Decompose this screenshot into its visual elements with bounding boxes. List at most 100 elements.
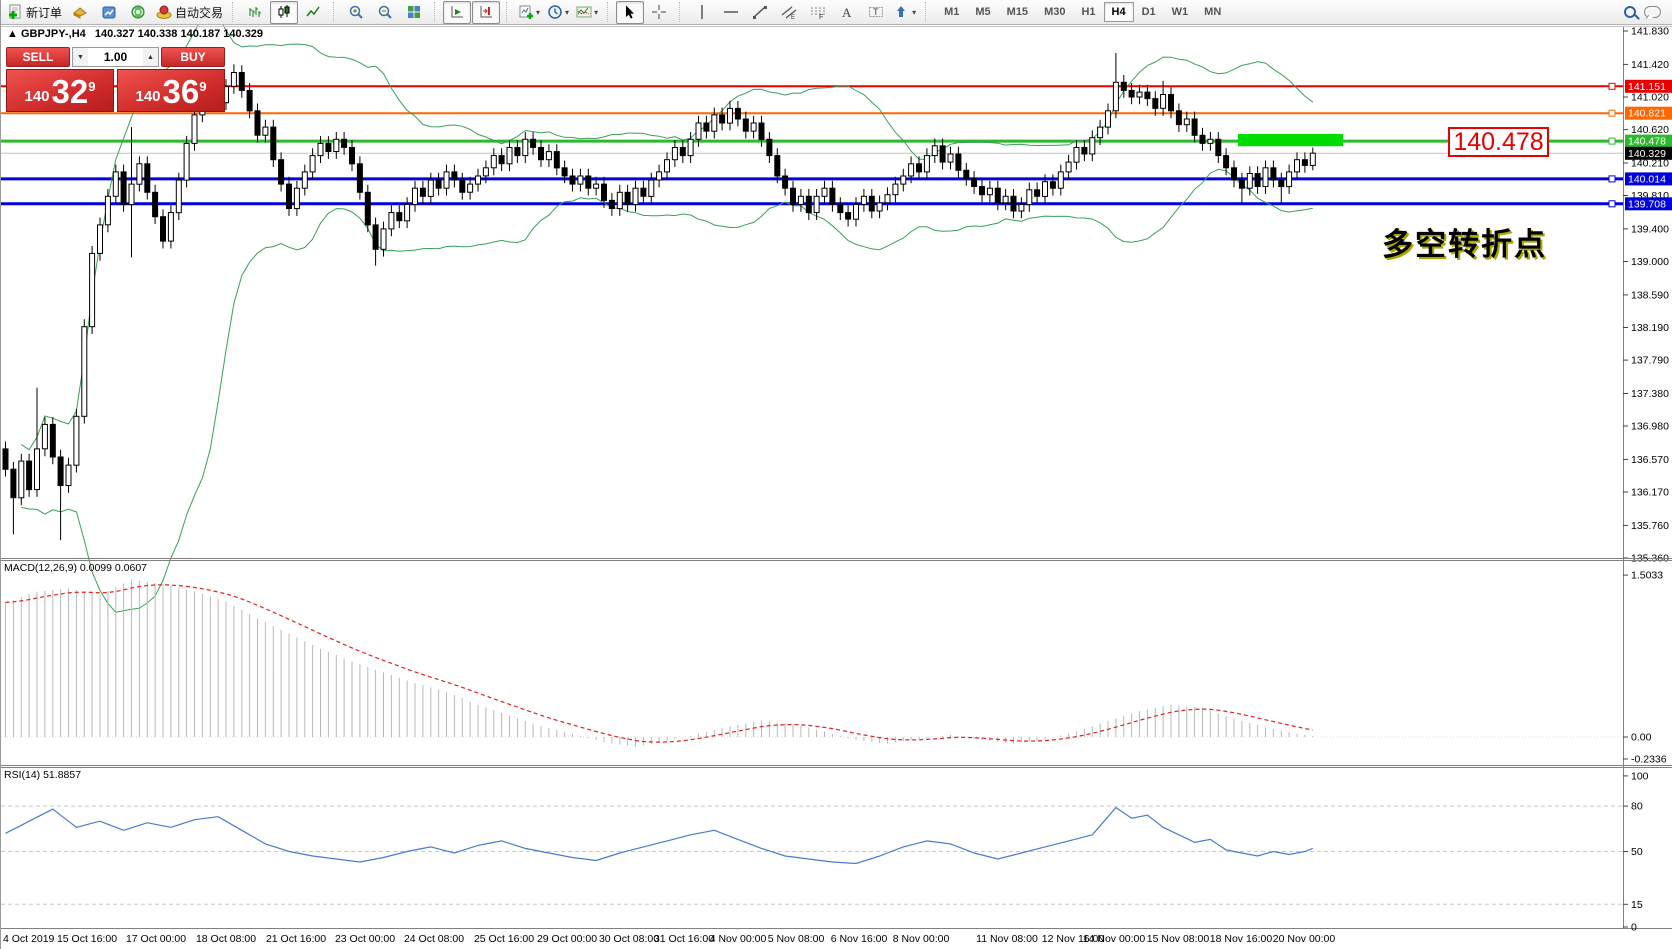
ask-quote[interactable]: 140 36 9 [117, 69, 225, 112]
vertical-line-tool-button[interactable] [688, 1, 716, 24]
svg-text:24 Oct 08:00: 24 Oct 08:00 [404, 933, 464, 945]
tile-windows-button[interactable] [400, 1, 428, 24]
cursor-button[interactable] [616, 1, 644, 24]
chart-annotation-text[interactable]: 多空转折点 [1382, 219, 1547, 264]
timeframe-tab-h4[interactable]: H4 [1104, 2, 1134, 22]
search-icon[interactable] [1624, 6, 1636, 18]
svg-text:139.400: 139.400 [1631, 223, 1669, 235]
equidistant-channel-tool-button[interactable]: E [775, 1, 803, 24]
dropdown-caret-icon: ▾ [536, 8, 540, 17]
fibonacci-icon: F [810, 4, 826, 20]
horizontal-level-line[interactable] [1, 201, 1623, 207]
highlight-rectangle[interactable] [1238, 134, 1343, 146]
svg-text:136.570: 136.570 [1631, 454, 1669, 466]
auto-scroll-button[interactable] [443, 1, 471, 24]
rsi-panel: 1008050150 [1, 770, 1649, 933]
text-label-tool-button[interactable]: T [862, 1, 890, 24]
volume-value[interactable]: 1.00 [88, 48, 143, 66]
candlestick-chart-button[interactable] [270, 1, 298, 24]
timeframe-tab-mn[interactable]: MN [1196, 2, 1229, 22]
svg-text:141.420: 141.420 [1631, 59, 1669, 71]
one-click-trading-panel: SELL ▼ 1.00 ▲ BUY 140 32 9 140 36 9 [6, 47, 225, 112]
fibonacci-tool-button[interactable]: F [804, 1, 832, 24]
zoom-in-button[interactable] [342, 1, 370, 24]
timeframe-tab-m30[interactable]: M30 [1036, 2, 1073, 22]
tile-windows-icon [406, 4, 422, 20]
line-chart-button[interactable] [299, 1, 327, 24]
window-separator[interactable] [1, 27, 1672, 929]
crosshair-icon [651, 4, 667, 20]
toolbar-separator [679, 2, 684, 22]
chat-icon[interactable] [1644, 6, 1661, 18]
new-order-button[interactable]: 新订单 [4, 1, 65, 24]
horizontal-level-line[interactable] [1, 176, 1623, 182]
timeframe-tab-w1[interactable]: W1 [1164, 2, 1197, 22]
timeframe-tab-m15[interactable]: M15 [999, 2, 1036, 22]
toolbar-separator [925, 2, 930, 22]
zoom-out-icon [377, 4, 393, 20]
auto-scroll-icon [449, 4, 465, 20]
autotrade-button[interactable]: 自动交易 [153, 1, 226, 24]
bid-point: 9 [88, 72, 95, 102]
svg-text:100: 100 [1631, 770, 1649, 782]
svg-text:14 Nov 00:00: 14 Nov 00:00 [1083, 933, 1146, 945]
candlestick-series [3, 53, 1315, 540]
svg-text:F: F [819, 14, 823, 20]
horizontal-level-line[interactable] [1, 138, 1623, 144]
svg-text:E: E [791, 15, 795, 20]
svg-text:140.478: 140.478 [1628, 136, 1666, 148]
svg-text:136.980: 136.980 [1631, 421, 1669, 433]
signals-button[interactable] [124, 1, 152, 24]
bid-prefix: 140 [25, 84, 50, 110]
bid-quote[interactable]: 140 32 9 [6, 69, 114, 112]
bar-chart-button[interactable] [241, 1, 269, 24]
trendline-tool-button[interactable] [746, 1, 774, 24]
horizontal-line-tool-button[interactable] [717, 1, 745, 24]
svg-text:6 Nov 16:00: 6 Nov 16:00 [831, 933, 888, 945]
collapse-marker-icon[interactable]: ▲ [7, 28, 18, 40]
svg-text:21 Oct 16:00: 21 Oct 16:00 [266, 933, 326, 945]
zoom-in-icon [348, 4, 364, 20]
text-tool-button[interactable]: A [833, 1, 861, 24]
chart-shift-button[interactable] [472, 1, 500, 24]
svg-text:15: 15 [1631, 899, 1643, 911]
svg-text:1.5033: 1.5033 [1631, 570, 1663, 582]
svg-text:T: T [873, 7, 879, 17]
price-level-label[interactable]: 140.478 [1448, 127, 1549, 157]
metaeditor-button[interactable] [66, 1, 94, 24]
svg-text:140.014: 140.014 [1628, 173, 1666, 185]
timeframe-tab-m1[interactable]: M1 [936, 2, 967, 22]
crosshair-button[interactable] [645, 1, 673, 24]
svg-text:140.821: 140.821 [1628, 108, 1666, 120]
rsi-line [6, 808, 1313, 864]
macd-indicator-label: MACD(12,26,9) 0.0099 0.0607 [4, 562, 147, 574]
macd-signal-line [6, 585, 1313, 742]
profiles-button[interactable]: ▾ [544, 1, 572, 24]
zoom-out-button[interactable] [371, 1, 399, 24]
buy-button[interactable]: BUY [161, 47, 225, 67]
toolbar-separator [506, 2, 511, 22]
cursor-arrow-icon [622, 4, 638, 20]
dropdown-caret-icon: ▾ [565, 8, 569, 17]
svg-text:4 Oct 2019: 4 Oct 2019 [3, 933, 55, 945]
arrows-tool-button[interactable]: ▾ [891, 1, 919, 24]
market-button[interactable] [95, 1, 123, 24]
svg-text:23 Oct 00:00: 23 Oct 00:00 [335, 933, 395, 945]
indicators-button[interactable]: ▾ [573, 1, 601, 24]
ask-prefix: 140 [136, 84, 161, 110]
timeframe-tab-m5[interactable]: M5 [967, 2, 998, 22]
mt4-window: 新订单 自动交易 [0, 0, 1672, 949]
timeframe-tab-h1[interactable]: H1 [1073, 2, 1103, 22]
volume-increase-button[interactable]: ▲ [143, 48, 158, 66]
text-icon: A [839, 4, 855, 20]
time-axis: 4 Oct 201915 Oct 16:0017 Oct 00:0018 Oct… [3, 933, 1335, 945]
new-chart-button[interactable]: ▾ [515, 1, 543, 24]
volume-decrease-button[interactable]: ▼ [73, 48, 88, 66]
bar-chart-icon [247, 4, 263, 20]
horizontal-level-line[interactable] [1, 110, 1623, 116]
indicators-icon [576, 4, 592, 20]
timeframe-tab-d1[interactable]: D1 [1134, 2, 1164, 22]
svg-text:31 Oct 16:00: 31 Oct 16:00 [654, 933, 714, 945]
sell-button[interactable]: SELL [6, 47, 70, 67]
chart-canvas[interactable]: 141.830141.420141.020140.620140.210139.8… [1, 25, 1672, 949]
